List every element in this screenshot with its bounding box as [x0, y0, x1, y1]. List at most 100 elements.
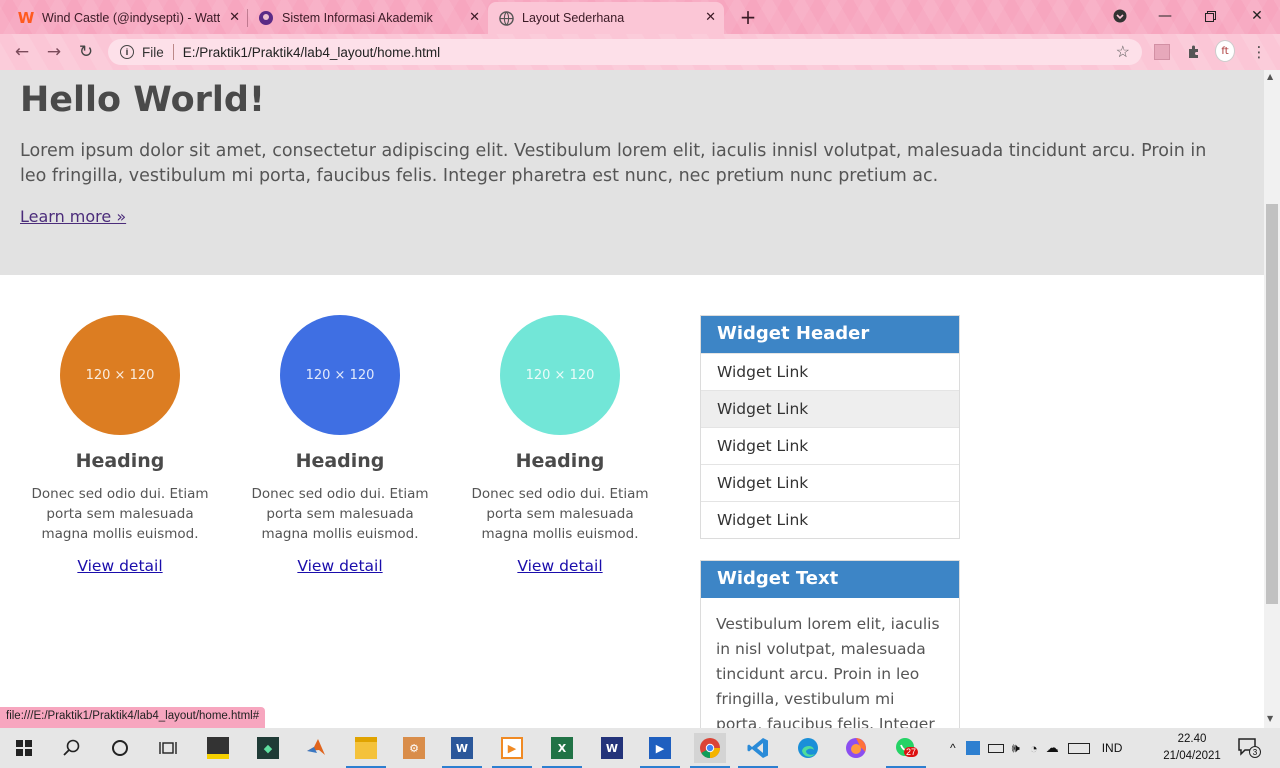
folder-icon[interactable]: ⚙ — [398, 733, 430, 763]
sticky-notes-icon[interactable] — [202, 733, 234, 763]
chrome-icon[interactable] — [690, 733, 730, 768]
academic-icon — [258, 10, 274, 26]
file-explorer-icon[interactable] — [346, 733, 386, 768]
page-title: Hello World! — [20, 80, 265, 120]
edge-icon[interactable] — [792, 733, 824, 763]
matlab-icon[interactable] — [300, 733, 332, 763]
widget-link[interactable]: Widget Link — [701, 427, 959, 464]
widget-link[interactable]: Widget Link — [701, 501, 959, 538]
back-icon[interactable]: ← — [10, 40, 34, 64]
reload-icon[interactable]: ↻ — [74, 40, 98, 64]
status-bar-url: file:///E:/Praktik1/Praktik4/lab4_layout… — [0, 707, 266, 728]
profile-avatar[interactable]: ft — [1215, 40, 1235, 62]
placeholder-image: 120 × 120 — [280, 315, 400, 435]
system-tray: ^ 🕪 ◔ ☁ IND — [950, 728, 1122, 768]
page-viewport: Hello World! Lorem ipsum dolor sit amet,… — [0, 70, 1264, 728]
widget-link[interactable]: Widget Link — [701, 464, 959, 501]
bookmark-star-icon[interactable]: ☆ — [1116, 42, 1130, 62]
placeholder-label: 120 × 120 — [85, 367, 155, 383]
app-icon[interactable]: W — [596, 733, 628, 763]
taskbar-clock[interactable]: 22.40 21/04/2021 — [1160, 731, 1224, 765]
feature-heading: Heading — [75, 450, 165, 472]
learn-more-link[interactable]: Learn more » — [20, 207, 126, 226]
close-window-button[interactable]: ✕ — [1237, 2, 1277, 30]
media-player-icon[interactable]: ▶ — [492, 733, 532, 768]
excel-icon[interactable]: X — [542, 733, 582, 768]
feature-heading: Heading — [295, 450, 385, 472]
scroll-down-icon[interactable]: ▼ — [1267, 714, 1273, 723]
notification-center-icon[interactable]: 3 — [1238, 738, 1261, 758]
tab-academic[interactable]: Sistem Informasi Akademik ✕ — [248, 2, 488, 34]
tab-wattpad[interactable]: W Wind Castle (@indyseptì) - Wattp ✕ — [8, 2, 248, 34]
tab-search-button[interactable] — [1100, 2, 1140, 30]
address-bar[interactable]: i File E:/Praktik1/Praktik4/lab4_layout/… — [108, 39, 1142, 65]
jumbotron: Hello World! Lorem ipsum dolor sit amet,… — [0, 70, 1264, 275]
scroll-up-icon[interactable]: ▲ — [1267, 72, 1273, 81]
search-icon[interactable] — [56, 733, 88, 763]
word-icon[interactable]: W — [442, 733, 482, 768]
close-tab-icon[interactable]: ✕ — [229, 10, 240, 25]
notification-count: 3 — [1249, 746, 1261, 758]
keyboard-icon[interactable] — [1067, 742, 1090, 754]
widget-text-box: Widget Text Vestibulum lorem elit, iacul… — [700, 560, 960, 728]
divider — [172, 44, 174, 60]
battery-icon[interactable] — [987, 743, 1004, 753]
app-icon[interactable]: ◆ — [252, 733, 284, 763]
info-icon[interactable]: i — [120, 45, 134, 59]
widget-link[interactable]: Widget Link — [701, 390, 959, 427]
volume-icon[interactable]: 🕪 — [1012, 740, 1020, 756]
tab-title: Layout Sederhana — [522, 11, 625, 25]
tab-title: Wind Castle (@indyseptì) - Wattp — [42, 11, 220, 25]
language-indicator[interactable]: IND — [1102, 741, 1123, 755]
widget-links: Widget Header Widget Link Widget Link Wi… — [700, 315, 960, 539]
feature-text: Donec sed odio dui. Etiam porta sem male… — [251, 486, 429, 542]
cortana-icon[interactable] — [104, 733, 136, 763]
task-view-icon[interactable] — [152, 733, 184, 763]
tab-layout-sederhana[interactable]: Layout Sederhana ✕ — [488, 2, 724, 34]
tab-title: Sistem Informasi Akademik — [282, 11, 433, 25]
widget-header: Widget Header — [701, 316, 959, 353]
feature-column-3: 120 × 120 Heading Donec sed odio dui. Et… — [460, 315, 660, 575]
movie-icon[interactable]: ▶ — [640, 733, 680, 768]
windows-taskbar: ◆ ⚙ W ▶ X W ▶ 27 ^ 🕪 ◔ ☁ IND 22.40 21/04… — [0, 728, 1280, 768]
extensions-puzzle-icon[interactable] — [1184, 42, 1204, 62]
vscode-icon[interactable] — [738, 733, 778, 768]
view-detail-link[interactable]: View detail — [517, 557, 602, 575]
close-tab-icon[interactable]: ✕ — [469, 10, 480, 25]
forward-icon[interactable]: → — [42, 40, 66, 64]
new-tab-button[interactable]: + — [736, 4, 760, 30]
globe-icon — [498, 10, 514, 26]
menu-kebab-icon[interactable]: ⋮ — [1249, 42, 1269, 62]
onedrive-icon[interactable]: ☁ — [1046, 740, 1059, 756]
browser-toolbar: ← → ↻ i File E:/Praktik1/Praktik4/lab4_l… — [0, 34, 1280, 70]
extension-icon[interactable] — [1152, 42, 1172, 62]
url-text[interactable]: E:/Praktik1/Praktik4/lab4_layout/home.ht… — [183, 45, 440, 60]
scrollbar-thumb[interactable] — [1266, 204, 1278, 604]
widget-link[interactable]: Widget Link — [701, 353, 959, 390]
scheme-label: File — [142, 44, 164, 60]
feature-heading: Heading — [515, 450, 605, 472]
view-detail-link[interactable]: View detail — [297, 557, 382, 575]
whatsapp-icon[interactable]: 27 — [886, 733, 926, 768]
firefox-icon[interactable] — [840, 733, 872, 763]
minimize-button[interactable]: — — [1145, 2, 1185, 30]
feature-column-2: 120 × 120 Heading Donec sed odio dui. Et… — [240, 315, 440, 575]
close-tab-icon[interactable]: ✕ — [705, 10, 716, 25]
clock-time: 22.40 — [1177, 733, 1207, 745]
feature-column-1: 120 × 120 Heading Donec sed odio dui. Et… — [20, 315, 220, 575]
widget-text-header: Widget Text — [701, 561, 959, 598]
whatsapp-badge: 27 — [904, 747, 919, 757]
placeholder-image: 120 × 120 — [60, 315, 180, 435]
network-icon[interactable]: ◔ — [1030, 741, 1038, 756]
placeholder-label: 120 × 120 — [305, 367, 375, 383]
chevron-up-icon[interactable]: ^ — [950, 741, 956, 755]
page-scrollbar[interactable]: ▲ ▼ — [1264, 70, 1280, 728]
restore-button[interactable] — [1190, 2, 1230, 30]
widget-text-body: Vestibulum lorem elit, iaculis in nisl v… — [716, 615, 940, 728]
clock-date: 21/04/2021 — [1163, 750, 1221, 762]
defender-icon[interactable] — [965, 741, 980, 755]
placeholder-image: 120 × 120 — [500, 315, 620, 435]
browser-tab-strip: W Wind Castle (@indyseptì) - Wattp ✕ Sis… — [0, 0, 1280, 34]
view-detail-link[interactable]: View detail — [77, 557, 162, 575]
start-button[interactable] — [8, 733, 40, 763]
